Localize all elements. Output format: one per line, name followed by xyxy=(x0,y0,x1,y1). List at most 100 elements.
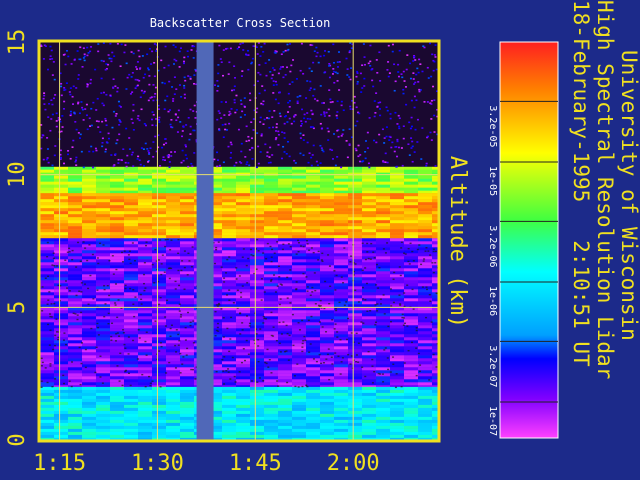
heat-cell xyxy=(334,431,348,435)
noise-speck xyxy=(77,102,80,105)
noise-speck xyxy=(222,370,225,372)
noise-speck xyxy=(302,272,305,275)
heat-cell xyxy=(54,232,68,236)
noise-speck xyxy=(278,342,281,345)
heat-cell xyxy=(292,355,306,359)
heat-cell xyxy=(152,175,166,179)
heat-cell xyxy=(404,211,418,215)
noise-speck xyxy=(43,92,46,94)
noise-speck xyxy=(238,46,241,48)
heat-cell xyxy=(138,395,152,399)
heat-cell xyxy=(362,410,376,414)
noise-speck xyxy=(382,381,385,383)
heat-cell xyxy=(320,395,334,399)
noise-speck xyxy=(232,302,235,304)
noise-speck xyxy=(240,75,243,77)
heat-cell xyxy=(110,325,124,329)
heat-cell xyxy=(82,407,96,411)
heat-cell xyxy=(110,244,124,248)
heat-cell xyxy=(278,295,292,299)
heat-cell xyxy=(348,193,362,197)
x-axis-ticks: 1:15 1:30 1:45 2:00 xyxy=(33,451,380,476)
heat-cell xyxy=(236,193,250,197)
heat-cell xyxy=(166,217,180,221)
noise-speck xyxy=(233,375,236,378)
heat-cell xyxy=(418,316,432,320)
noise-speck xyxy=(230,143,233,146)
noise-speck xyxy=(223,356,226,358)
heat-cell xyxy=(236,169,250,173)
heat-cell xyxy=(54,328,68,332)
heat-cell xyxy=(152,274,166,278)
noise-speck xyxy=(90,145,93,148)
heat-cell xyxy=(418,313,432,317)
noise-speck xyxy=(79,133,82,136)
noise-speck xyxy=(284,49,287,52)
noise-speck xyxy=(331,73,334,75)
heat-cell xyxy=(292,401,306,405)
heat-cell xyxy=(278,169,292,173)
noise-speck xyxy=(383,313,386,315)
heat-cell xyxy=(320,379,334,383)
heat-cell xyxy=(418,416,432,420)
noise-speck xyxy=(228,256,231,258)
heat-cell xyxy=(152,238,166,242)
heat-cell xyxy=(334,238,348,242)
noise-speck xyxy=(116,90,119,93)
noise-speck xyxy=(64,343,67,346)
heat-cell xyxy=(96,229,110,233)
heat-cell xyxy=(278,434,292,438)
heat-cell xyxy=(334,262,348,266)
noise-speck xyxy=(309,126,312,128)
heat-cell xyxy=(110,229,124,233)
heat-cell xyxy=(138,169,152,173)
noise-speck xyxy=(248,325,251,327)
noise-speck xyxy=(40,386,43,388)
heat-cell xyxy=(124,205,138,209)
noise-speck xyxy=(398,117,401,120)
heat-cell xyxy=(362,235,376,239)
heat-cell xyxy=(40,334,54,338)
heat-cell xyxy=(320,256,334,260)
heat-cell xyxy=(152,319,166,323)
noise-speck xyxy=(84,348,87,351)
noise-speck xyxy=(269,146,272,149)
noise-speck xyxy=(403,252,406,254)
heat-cell xyxy=(334,187,348,191)
noise-speck xyxy=(78,137,81,139)
noise-speck xyxy=(67,55,70,58)
noise-speck xyxy=(179,316,182,318)
heat-cell xyxy=(124,175,138,179)
noise-speck xyxy=(328,76,331,79)
heat-cell xyxy=(390,322,404,326)
heat-cell xyxy=(376,422,390,426)
noise-speck xyxy=(154,86,157,89)
heat-cell xyxy=(390,220,404,224)
heat-cell xyxy=(390,199,404,203)
noise-speck xyxy=(432,271,435,274)
heat-cell xyxy=(264,343,278,347)
heat-cell xyxy=(96,328,110,332)
noise-speck xyxy=(239,43,242,45)
heat-cell xyxy=(320,286,334,290)
heat-cell xyxy=(390,178,404,182)
heat-cell xyxy=(166,392,180,396)
heat-cell xyxy=(40,352,54,356)
heat-cell xyxy=(180,413,194,417)
noise-speck xyxy=(311,112,314,115)
noise-speck xyxy=(252,254,255,257)
heat-cell xyxy=(166,382,180,386)
heat-cell xyxy=(54,322,68,326)
heat-cell xyxy=(138,187,152,191)
heat-cell xyxy=(152,331,166,335)
noise-speck xyxy=(69,87,72,89)
heat-cell xyxy=(320,196,334,200)
heat-cell xyxy=(362,232,376,236)
heat-cell xyxy=(166,175,180,179)
noise-speck xyxy=(184,79,187,82)
heat-cell xyxy=(362,223,376,227)
noise-speck xyxy=(353,101,356,104)
heat-cell xyxy=(418,419,432,423)
heat-cell xyxy=(68,410,82,414)
heat-cell xyxy=(390,398,404,402)
